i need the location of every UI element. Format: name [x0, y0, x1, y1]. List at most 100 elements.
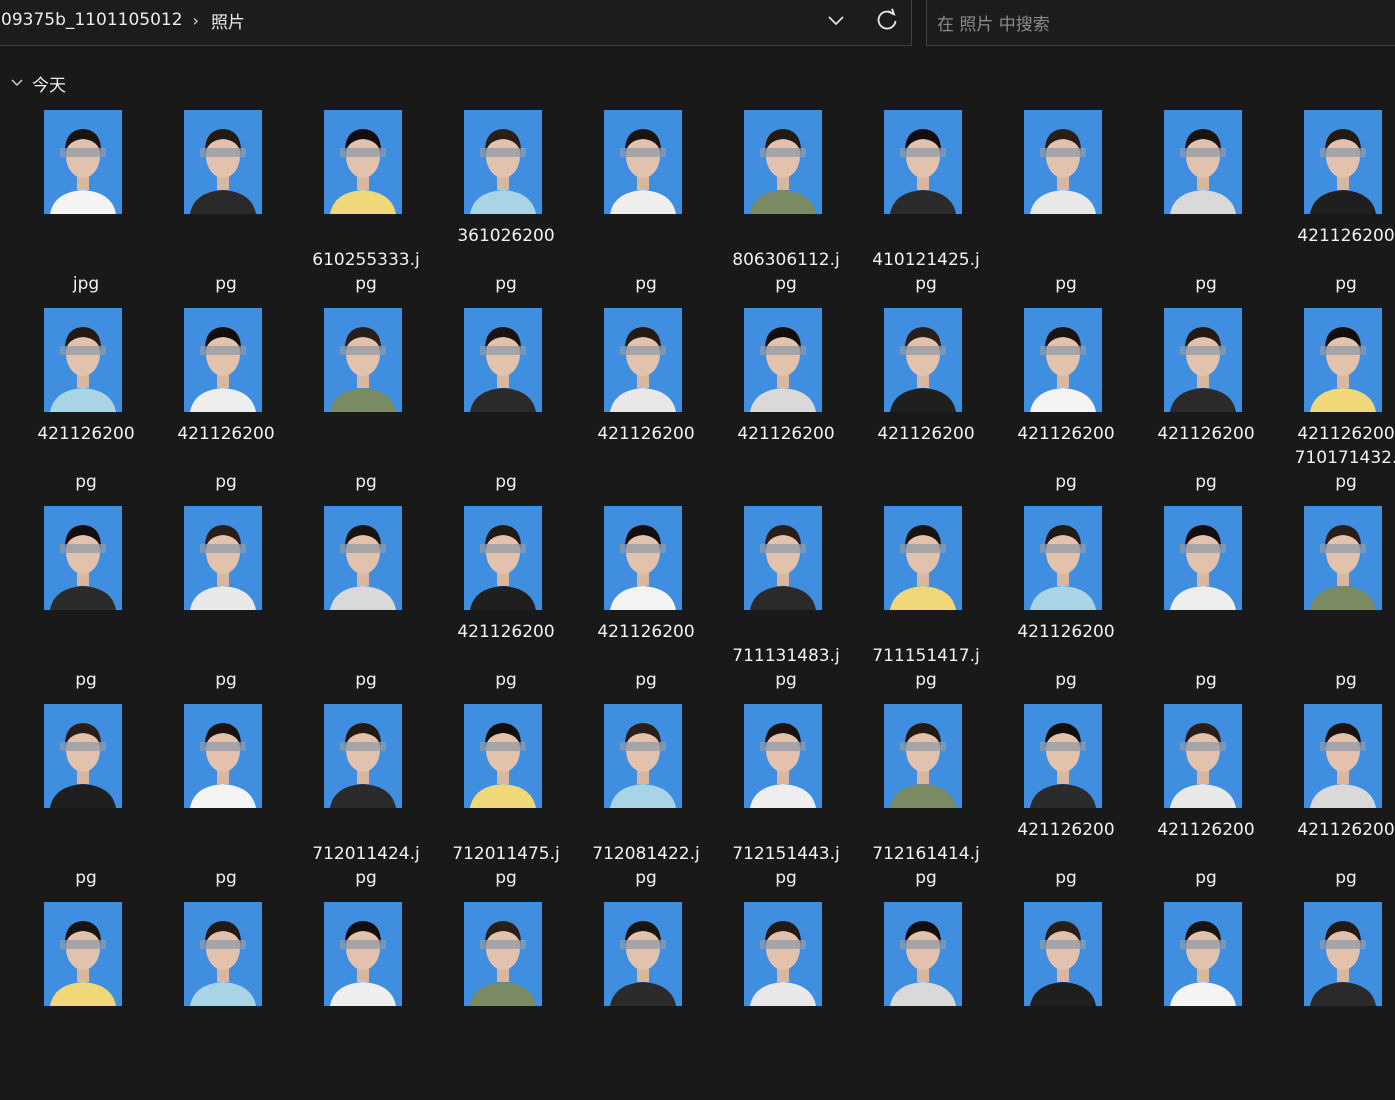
file-item[interactable]	[1276, 902, 1395, 1100]
file-name[interactable]: 712081422.j pg	[576, 818, 716, 890]
file-name[interactable]: pg	[436, 422, 576, 494]
file-item[interactable]	[716, 902, 856, 1100]
file-item[interactable]: 421126200 pg	[1276, 110, 1395, 308]
photo-thumbnail[interactable]	[324, 110, 402, 214]
file-name[interactable]: 421126200 pg	[996, 620, 1136, 692]
photo-thumbnail[interactable]	[44, 902, 122, 1006]
file-item[interactable]	[996, 902, 1136, 1100]
file-name[interactable]	[996, 1016, 1136, 1088]
file-item[interactable]: 711151417.j pg	[856, 506, 996, 704]
file-item[interactable]: 421126200 pg	[1136, 704, 1276, 902]
file-item[interactable]: 712011424.j pg	[296, 704, 436, 902]
photo-thumbnail[interactable]	[44, 308, 122, 412]
photo-thumbnail[interactable]	[1164, 506, 1242, 610]
photo-thumbnail[interactable]	[604, 308, 682, 412]
file-name[interactable]: 712161414.j pg	[856, 818, 996, 890]
file-name[interactable]: pg	[1276, 620, 1395, 692]
file-item[interactable]	[1136, 902, 1276, 1100]
file-name[interactable]: 421126200 pg	[1136, 422, 1276, 494]
photo-thumbnail[interactable]	[1164, 704, 1242, 808]
file-name[interactable]: 712151443.j pg	[716, 818, 856, 890]
file-item[interactable]: 361026200 pg	[436, 110, 576, 308]
photo-thumbnail[interactable]	[604, 506, 682, 610]
photo-thumbnail[interactable]	[744, 110, 822, 214]
photo-thumbnail[interactable]	[184, 704, 262, 808]
file-name[interactable]	[576, 1016, 716, 1088]
photo-thumbnail[interactable]	[184, 110, 262, 214]
photo-thumbnail[interactable]	[1024, 506, 1102, 610]
file-name[interactable]	[16, 1016, 156, 1088]
file-item[interactable]: 610255333.j pg	[296, 110, 436, 308]
file-item[interactable]: 421126200 pg	[156, 308, 296, 506]
photo-thumbnail[interactable]	[184, 308, 262, 412]
photo-thumbnail[interactable]	[1304, 110, 1382, 214]
file-item[interactable]: pg	[16, 506, 156, 704]
photo-thumbnail[interactable]	[324, 704, 402, 808]
file-item[interactable]	[856, 902, 996, 1100]
file-item[interactable]: 711131483.j pg	[716, 506, 856, 704]
photo-thumbnail[interactable]	[604, 704, 682, 808]
file-item[interactable]: 421126200 pg	[996, 506, 1136, 704]
breadcrumb-separator[interactable]: ›	[193, 11, 199, 30]
file-name[interactable]: 361026200 pg	[436, 224, 576, 296]
file-item[interactable]: 421126200	[856, 308, 996, 506]
search-placeholder[interactable]: 在 照片 中搜索	[937, 10, 1050, 35]
file-name[interactable]: jpg	[16, 224, 156, 296]
file-item[interactable]	[576, 902, 716, 1100]
photo-thumbnail[interactable]	[1164, 902, 1242, 1006]
photo-thumbnail[interactable]	[464, 704, 542, 808]
breadcrumb-current[interactable]: 照片	[211, 8, 245, 33]
photo-thumbnail[interactable]	[324, 506, 402, 610]
file-name[interactable]: 421126200 pg	[16, 422, 156, 494]
photo-thumbnail[interactable]	[44, 506, 122, 610]
photo-thumbnail[interactable]	[744, 902, 822, 1006]
photo-thumbnail[interactable]	[464, 902, 542, 1006]
file-item[interactable]: pg	[156, 506, 296, 704]
photo-thumbnail[interactable]	[604, 110, 682, 214]
photo-thumbnail[interactable]	[324, 902, 402, 1006]
file-item[interactable]: pg	[16, 704, 156, 902]
breadcrumb-folder[interactable]: 09375b_1101105012	[1, 10, 183, 30]
file-item[interactable]: pg	[156, 704, 296, 902]
file-item[interactable]: 421126200	[576, 308, 716, 506]
photo-thumbnail[interactable]	[744, 506, 822, 610]
address-bar[interactable]: 09375b_1101105012 › 照片	[0, 0, 912, 46]
photo-thumbnail[interactable]	[1024, 902, 1102, 1006]
file-name[interactable]: pg	[296, 422, 436, 494]
file-item[interactable]: 410121425.j pg	[856, 110, 996, 308]
photo-thumbnail[interactable]	[1024, 110, 1102, 214]
file-name[interactable]	[856, 1016, 996, 1088]
file-item[interactable]: pg	[156, 110, 296, 308]
file-item[interactable]: pg	[576, 110, 716, 308]
file-name[interactable]: 712011424.j pg	[296, 818, 436, 890]
photo-thumbnail[interactable]	[184, 506, 262, 610]
chevron-down-icon[interactable]	[821, 7, 851, 35]
file-item[interactable]: pg	[296, 506, 436, 704]
photo-thumbnail[interactable]	[1304, 704, 1382, 808]
file-name[interactable]: 410121425.j pg	[856, 224, 996, 296]
file-item[interactable]: 421126200 pg	[1276, 704, 1395, 902]
file-name[interactable]: 421126200 pg	[1136, 818, 1276, 890]
photo-thumbnail[interactable]	[1164, 110, 1242, 214]
file-item[interactable]	[296, 902, 436, 1100]
photo-thumbnail[interactable]	[184, 902, 262, 1006]
file-name[interactable]: 610255333.j pg	[296, 224, 436, 296]
file-item[interactable]	[156, 902, 296, 1100]
file-name[interactable]: 711151417.j pg	[856, 620, 996, 692]
file-item[interactable]: 712011475.j pg	[436, 704, 576, 902]
file-name[interactable]: pg	[156, 620, 296, 692]
file-name[interactable]	[716, 1016, 856, 1088]
file-item[interactable]: pg	[1276, 506, 1395, 704]
file-item[interactable]: pg	[1136, 506, 1276, 704]
file-item[interactable]: 712151443.j pg	[716, 704, 856, 902]
file-name[interactable]: pg	[16, 818, 156, 890]
file-name[interactable]: pg	[156, 818, 296, 890]
file-name[interactable]: 421126200	[856, 422, 996, 494]
file-name[interactable]	[1136, 1016, 1276, 1088]
photo-thumbnail[interactable]	[884, 506, 962, 610]
photo-thumbnail[interactable]	[1024, 704, 1102, 808]
file-item[interactable]: 712161414.j pg	[856, 704, 996, 902]
group-header-today[interactable]: 今天	[8, 70, 66, 96]
file-name[interactable]: 421126200	[716, 422, 856, 494]
file-name[interactable]: 421126200 pg	[996, 422, 1136, 494]
